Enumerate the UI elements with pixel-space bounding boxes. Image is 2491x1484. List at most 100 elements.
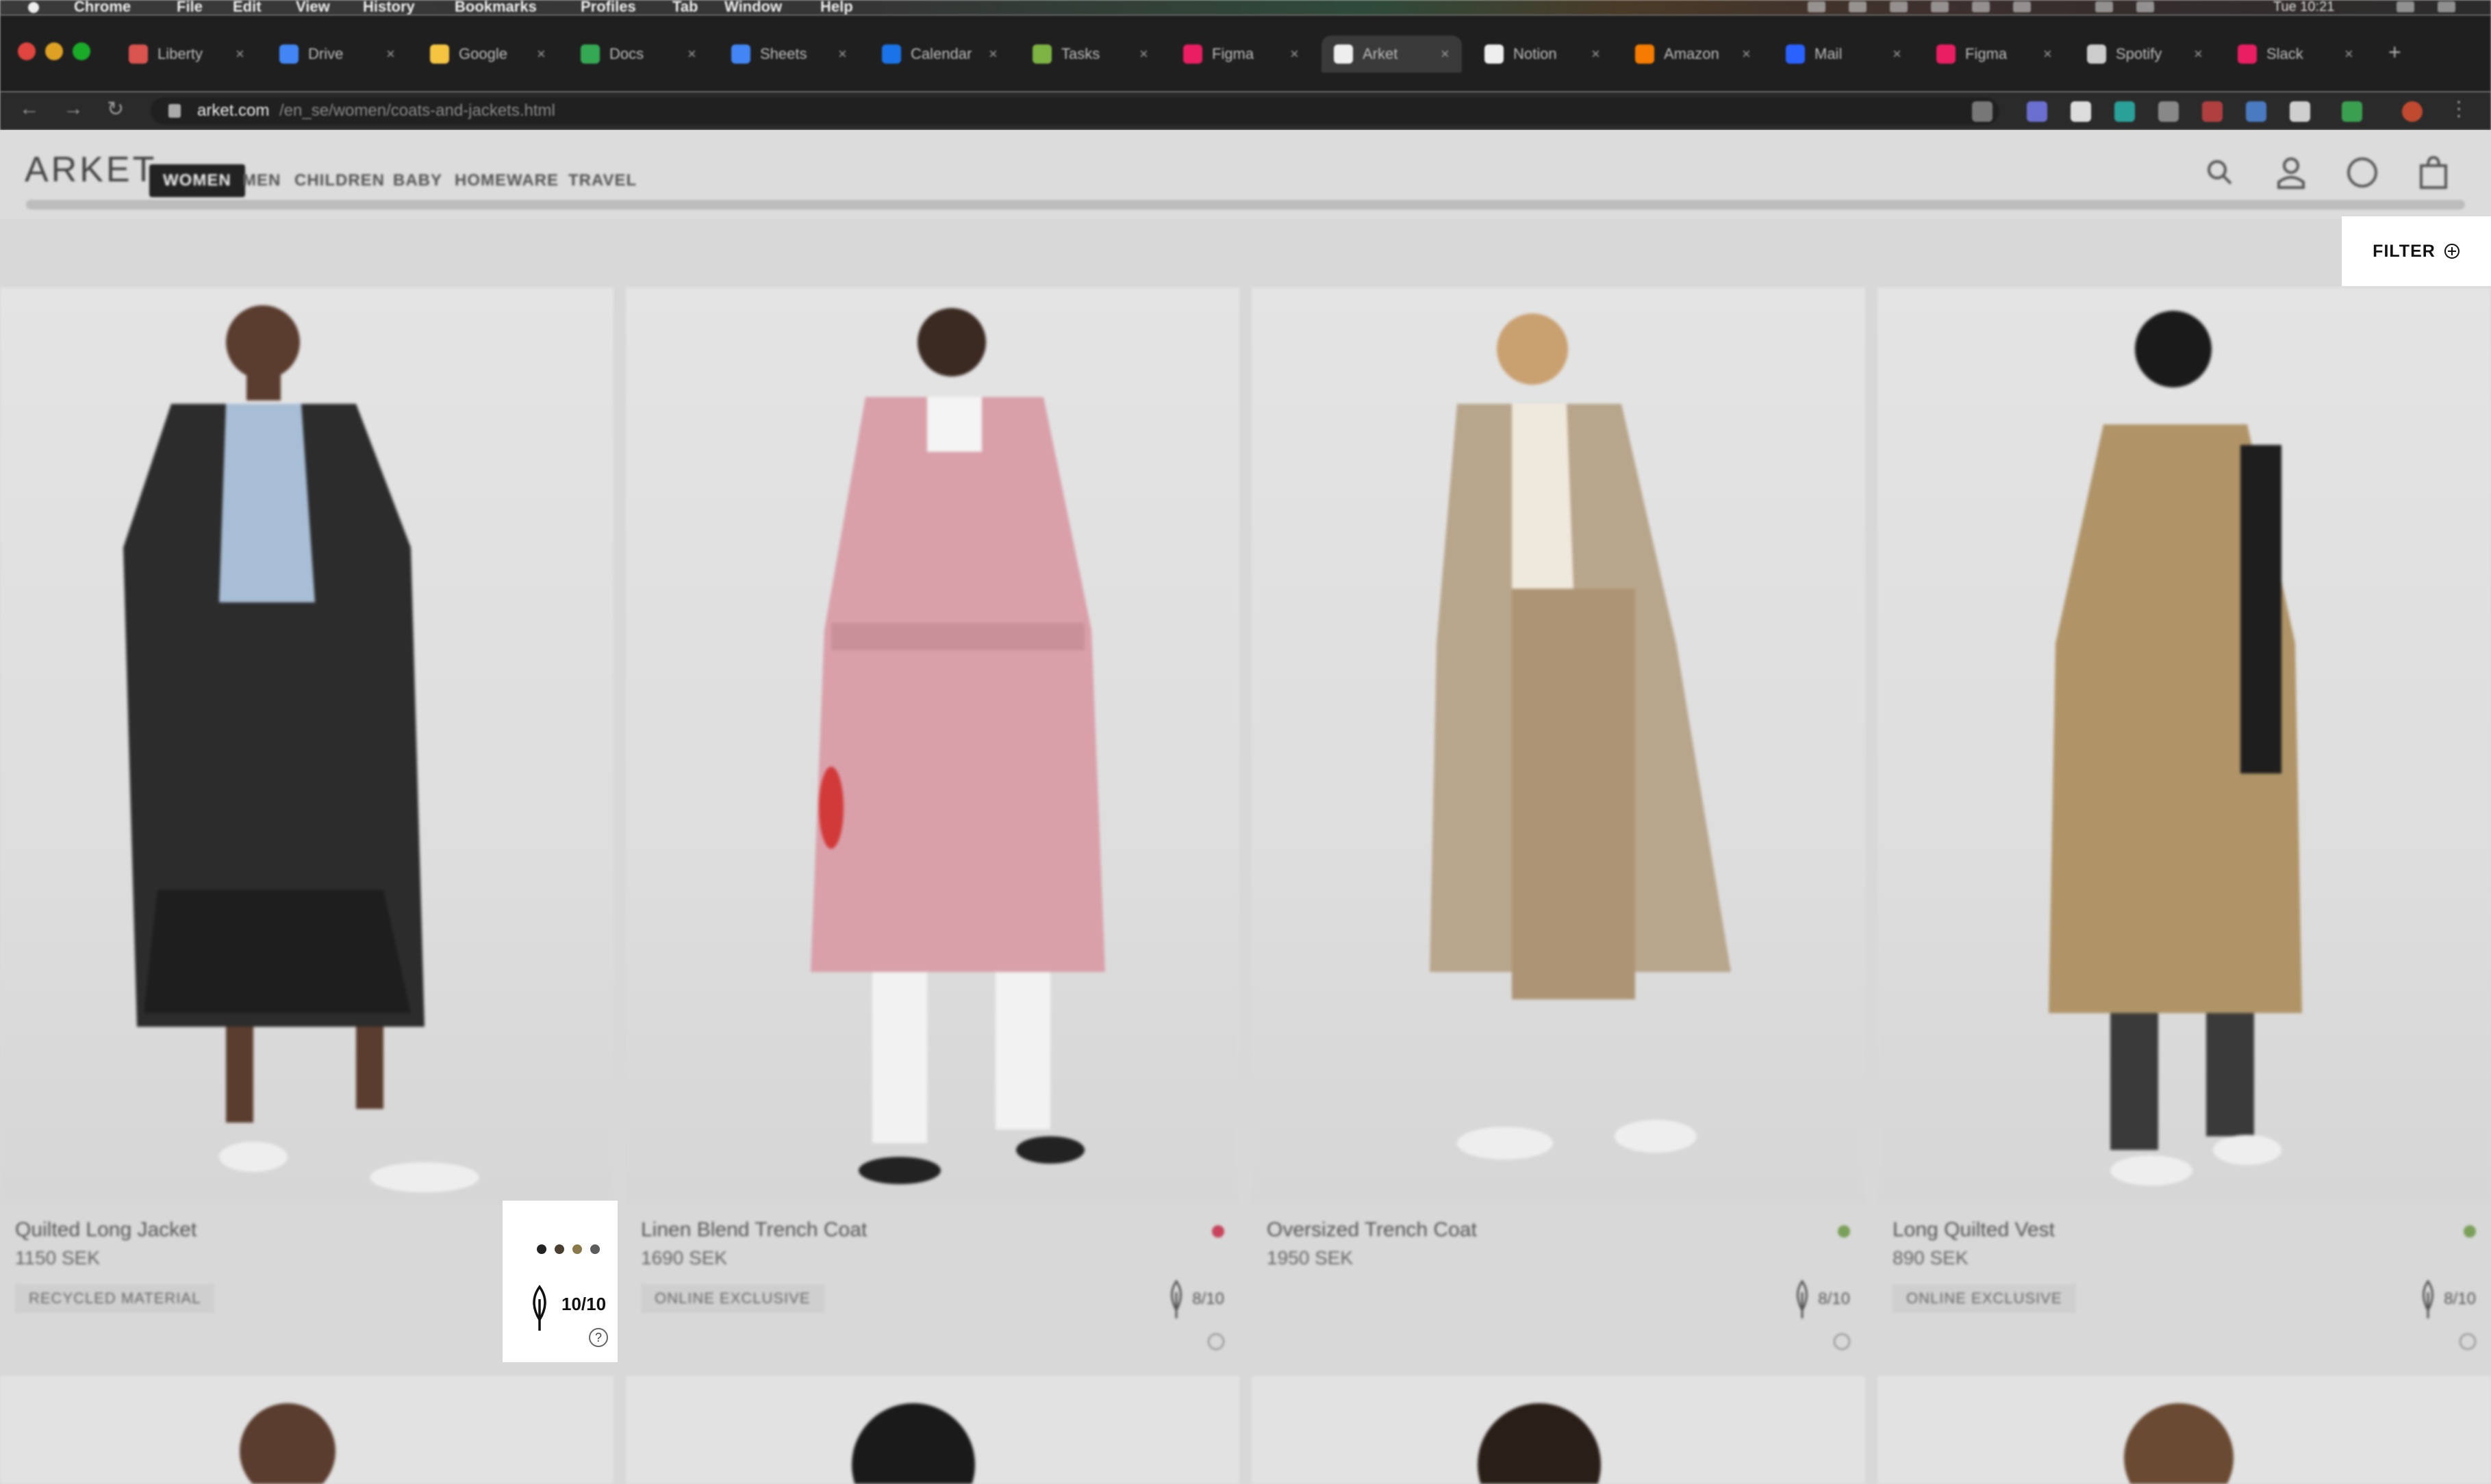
browser-tab[interactable]: Slack ×	[2225, 36, 2366, 73]
zoom-window-button[interactable]	[73, 42, 90, 60]
tab-close-icon[interactable]: ×	[2043, 45, 2052, 63]
menu-chrome[interactable]: Chrome	[74, 0, 131, 14]
menu-window[interactable]: Window	[724, 0, 782, 14]
extension-icon[interactable]	[2158, 101, 2179, 122]
tab-close-icon[interactable]: ×	[537, 45, 546, 63]
favorites-icon[interactable]	[2344, 155, 2380, 190]
tab-close-icon[interactable]: ×	[838, 45, 847, 63]
tab-close-icon[interactable]: ×	[1441, 45, 1450, 63]
filter-button[interactable]: FILTER	[2342, 216, 2491, 286]
browser-tab[interactable]: Tasks ×	[1020, 36, 1161, 73]
product-image[interactable]	[626, 287, 1239, 1205]
new-tab-button[interactable]: +	[2388, 40, 2401, 65]
product-image[interactable]	[1877, 287, 2491, 1205]
tab-close-icon[interactable]: ×	[1290, 45, 1299, 63]
tab-close-icon[interactable]: ×	[386, 45, 395, 63]
tab-close-icon[interactable]: ×	[2194, 45, 2203, 63]
tab-close-icon[interactable]: ×	[687, 45, 696, 63]
product-image[interactable]	[0, 1376, 614, 1484]
help-icon[interactable]	[1208, 1333, 1224, 1350]
browser-tab[interactable]: Notion ×	[1472, 36, 1613, 73]
product-name[interactable]: Linen Blend Trench Coat	[641, 1218, 867, 1242]
menu-history[interactable]: History	[363, 0, 415, 14]
product-image[interactable]	[626, 1376, 1239, 1484]
browser-tab[interactable]: Calendar ×	[870, 36, 1010, 73]
status-icon[interactable]	[1890, 1, 1908, 12]
browser-tab[interactable]: Figma ×	[1924, 36, 2064, 73]
extension-icon[interactable]	[2342, 101, 2362, 122]
shopping-bag-icon[interactable]	[2416, 155, 2451, 190]
extension-icon[interactable]	[2290, 101, 2310, 122]
extension-icon[interactable]	[2071, 101, 2091, 122]
extension-icon[interactable]	[2246, 101, 2266, 122]
sustainability-score[interactable]: 8/10	[1166, 1279, 1224, 1320]
tab-close-icon[interactable]: ×	[1591, 45, 1600, 63]
reload-icon[interactable]: ↻	[107, 97, 124, 121]
color-swatch[interactable]	[572, 1244, 582, 1254]
browser-tab[interactable]: Mail ×	[1773, 36, 1914, 73]
browser-tab[interactable]: Google ×	[418, 36, 558, 73]
status-icon[interactable]	[2136, 1, 2154, 12]
sustainability-score[interactable]: 8/10	[2418, 1279, 2476, 1320]
menu-view[interactable]: View	[296, 0, 330, 14]
product-name[interactable]: Long Quilted Vest	[1893, 1218, 2055, 1242]
menu-help[interactable]: Help	[820, 0, 853, 14]
nav-travel[interactable]: TRAVEL	[568, 164, 637, 197]
tab-close-icon[interactable]: ×	[236, 45, 244, 63]
profile-avatar[interactable]	[2402, 101, 2423, 122]
wishlist-heart-icon[interactable]	[2464, 1225, 2476, 1238]
wishlist-heart-icon[interactable]	[1838, 1225, 1850, 1238]
product-name[interactable]: Quilted Long Jacket	[15, 1218, 197, 1242]
color-swatch[interactable]	[537, 1244, 546, 1254]
product-image[interactable]	[1877, 1376, 2491, 1484]
browser-tab[interactable]: Sheets ×	[719, 36, 859, 73]
account-icon[interactable]	[2273, 155, 2309, 190]
address-bar[interactable]: arket.com /en_se/women/coats-and-jackets…	[151, 97, 1999, 125]
menu-edit[interactable]: Edit	[233, 0, 262, 14]
product-image[interactable]	[0, 287, 614, 1205]
menubar-clock[interactable]: Tue 10:21	[2273, 0, 2334, 14]
nav-homeware[interactable]: HOMEWARE	[455, 164, 559, 197]
tab-close-icon[interactable]: ×	[1742, 45, 1751, 63]
bookmark-star-icon[interactable]	[1972, 101, 1993, 122]
product-image[interactable]	[1252, 1376, 1865, 1484]
site-logo[interactable]: ARKET	[25, 149, 157, 190]
wishlist-heart-icon[interactable]	[1212, 1225, 1224, 1238]
tab-close-icon[interactable]: ×	[1139, 45, 1148, 63]
status-icon[interactable]	[1931, 1, 1949, 12]
status-icon[interactable]	[2013, 1, 2031, 12]
nav-women[interactable]: WOMEN	[149, 164, 245, 197]
browser-tab[interactable]: Spotify ×	[2075, 36, 2215, 73]
browser-menu-icon[interactable]: ⋮	[2449, 97, 2469, 121]
color-swatch[interactable]	[590, 1244, 600, 1254]
browser-tab[interactable]: Arket ×	[1322, 36, 1462, 73]
tab-close-icon[interactable]: ×	[2344, 45, 2353, 63]
status-icon[interactable]	[1849, 1, 1867, 12]
close-window-button[interactable]	[18, 42, 36, 60]
nav-baby[interactable]: BABY	[393, 164, 442, 197]
forward-icon[interactable]: →	[63, 97, 84, 120]
browser-tab[interactable]: Liberty ×	[116, 36, 257, 73]
apple-icon[interactable]	[26, 0, 41, 14]
browser-tab[interactable]: Drive ×	[267, 36, 407, 73]
product-image[interactable]	[1252, 287, 1865, 1205]
search-icon[interactable]	[2202, 155, 2238, 190]
browser-tab[interactable]: Amazon ×	[1623, 36, 1763, 73]
sustainability-score[interactable]: 8/10	[1792, 1279, 1850, 1320]
search-icon[interactable]	[2397, 1, 2414, 12]
nav-men[interactable]: MEN	[242, 164, 281, 197]
extension-icon[interactable]	[2202, 101, 2223, 122]
menu-bookmarks[interactable]: Bookmarks	[455, 0, 537, 14]
help-icon[interactable]: ?	[589, 1328, 608, 1347]
help-icon[interactable]	[1834, 1333, 1850, 1350]
product-name[interactable]: Oversized Trench Coat	[1267, 1218, 1477, 1242]
minimize-window-button[interactable]	[45, 42, 63, 60]
status-icon[interactable]	[1972, 1, 1990, 12]
status-icon[interactable]	[1808, 1, 1825, 12]
control-center-icon[interactable]	[2438, 1, 2455, 12]
help-icon[interactable]	[2460, 1333, 2476, 1350]
tab-close-icon[interactable]: ×	[1893, 45, 1901, 63]
extension-icon[interactable]	[2114, 101, 2135, 122]
menu-profiles[interactable]: Profiles	[581, 0, 636, 14]
status-icon[interactable]	[2095, 1, 2113, 12]
